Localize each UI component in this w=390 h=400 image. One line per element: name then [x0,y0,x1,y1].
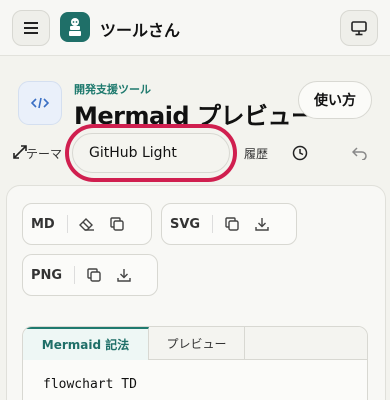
code-icon [31,97,49,109]
usage-button[interactable]: 使い方 [298,81,372,119]
history-label: 履歴 [244,147,269,161]
page-title: Mermaid プレビュー [74,102,315,130]
menu-icon [24,22,38,34]
menu-button[interactable] [12,10,50,46]
copy-png-button[interactable] [79,260,109,290]
copy-icon [87,268,101,282]
tool-icon [18,81,62,125]
svg-label: SVG [170,216,201,232]
png-label: PNG [31,267,63,283]
divider [66,215,68,233]
download-png-button[interactable] [109,260,139,290]
divider [74,266,76,284]
display-button[interactable] [340,10,378,46]
editor-tab-bar: Mermaid 記法 プレビュー [23,327,367,360]
copy-md-button[interactable] [102,209,132,239]
app-bar: ツールさん [0,0,390,56]
eraser-icon [78,218,94,231]
tool-category: 開発支援ツール [74,83,151,96]
theme-select[interactable]: GitHub Light [72,133,230,173]
editor-panel: Mermaid 記法 プレビュー flowchart TD [22,326,368,400]
history-button[interactable] [290,143,310,163]
code-editor[interactable]: flowchart TD [43,377,137,392]
svg-export-group: SVG [161,203,297,245]
download-icon [117,269,131,282]
theme-label: テーマ [26,147,63,161]
tab-preview[interactable]: プレビュー [149,327,245,360]
monitor-icon [351,20,367,35]
copy-icon [225,217,239,231]
clock-icon [292,145,308,161]
download-icon [255,218,269,231]
download-svg-button[interactable] [247,209,277,239]
png-export-group: PNG [22,254,158,296]
undo-button[interactable] [350,143,370,163]
copy-svg-button[interactable] [217,209,247,239]
clear-button[interactable] [72,209,102,239]
app-logo-icon[interactable] [60,12,90,42]
tab-mermaid[interactable]: Mermaid 記法 [23,327,149,360]
undo-icon [352,147,367,160]
md-label: MD [31,216,55,232]
md-export-group: MD [22,203,152,245]
app-title[interactable]: ツールさん [100,17,180,41]
divider [212,215,214,233]
copy-icon [110,217,124,231]
